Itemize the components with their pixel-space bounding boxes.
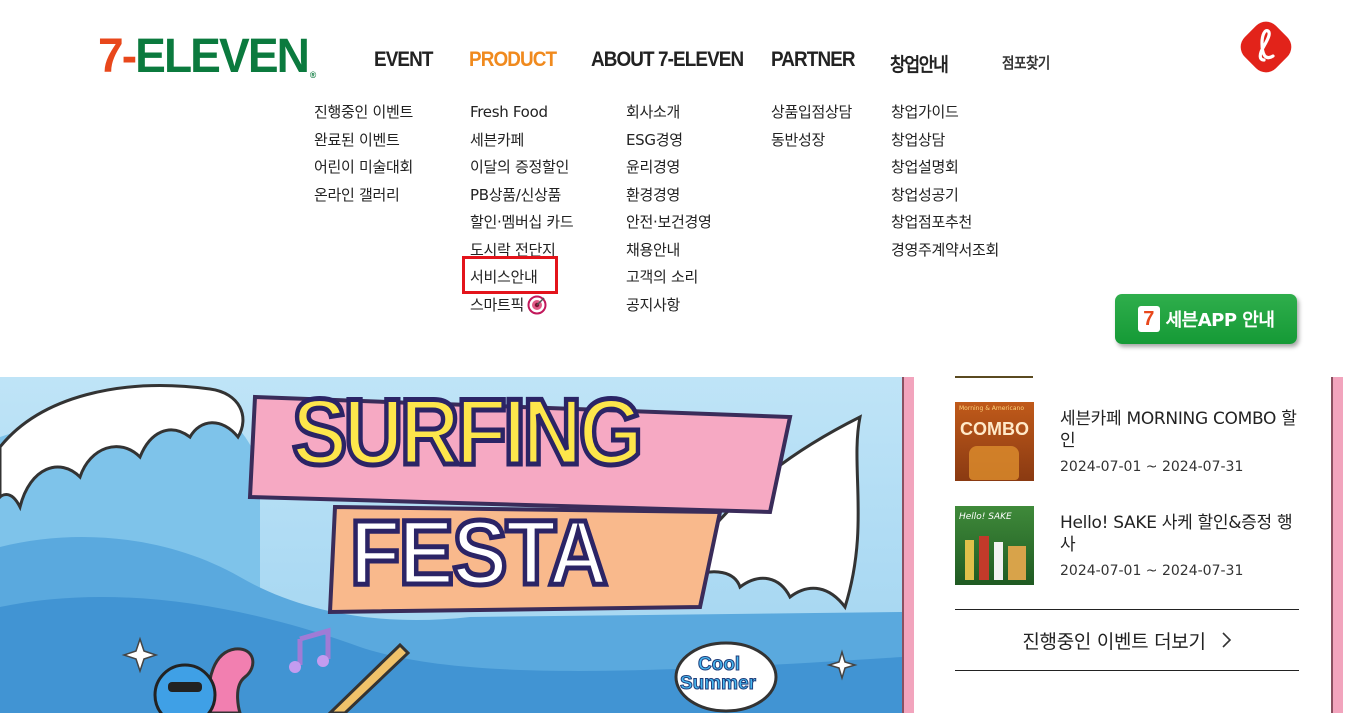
event-thumbnail[interactable]: Hello! SAKE — [955, 506, 1034, 585]
submenu-item[interactable]: 어린이 미술대회 — [314, 154, 413, 182]
highlight-box — [462, 256, 558, 294]
submenu-item[interactable]: 윤리경영 — [626, 154, 711, 182]
submenu-item[interactable]: 온라인 갤러리 — [314, 182, 413, 210]
chevron-right-icon — [1222, 632, 1231, 648]
submenu-event: 진행중인 이벤트 완료된 이벤트 어린이 미술대회 온라인 갤러리 — [314, 99, 413, 209]
seven-app-icon: 7 — [1137, 306, 1160, 332]
event-list-divider — [955, 376, 1033, 378]
submenu-item[interactable]: 세븐카페 — [470, 127, 573, 155]
thumb-combo-text: COMBO — [960, 419, 1029, 439]
more-events-link[interactable]: 진행중인 이벤트 더보기 — [955, 610, 1299, 670]
app-guide-label: 세븐APP 안내 — [1165, 310, 1275, 331]
gnb-partner[interactable]: PARTNER — [771, 48, 856, 72]
submenu-item[interactable]: 이달의 증정할인 — [470, 154, 573, 182]
submenu-item[interactable]: ESG경영 — [626, 127, 711, 155]
event-date: 2024-07-01 ~ 2024-07-31 — [1060, 563, 1244, 579]
submenu-item[interactable]: 창업점포추천 — [891, 209, 999, 237]
submenu-item[interactable]: 창업설명회 — [891, 154, 999, 182]
seven-eleven-logo[interactable]: 7- ELEVEN ® — [98, 30, 317, 83]
submenu-item[interactable]: 회사소개 — [626, 99, 711, 127]
submenu-item[interactable]: 채용안내 — [626, 237, 711, 265]
gnb-store-finder[interactable]: 점포찾기 — [1002, 52, 1050, 73]
thumb-drink-shape — [969, 446, 1019, 480]
submenu-item[interactable]: 창업성공기 — [891, 182, 999, 210]
submenu-item-label: 스마트픽 — [470, 295, 525, 314]
submenu-item-smartpick[interactable]: 스마트픽 — [470, 292, 573, 320]
submenu-item[interactable]: 경영주계약서조회 — [891, 237, 999, 265]
more-events-label: 진행중인 이벤트 더보기 — [1022, 630, 1206, 653]
submenu-item[interactable]: 상품입점상담 — [771, 99, 852, 127]
event-date: 2024-07-01 ~ 2024-07-31 — [1060, 459, 1244, 475]
submenu-item[interactable]: 고객의 소리 — [626, 264, 711, 292]
submenu-item[interactable]: 할인·멤버십 카드 — [470, 209, 574, 237]
submenu-item[interactable]: 완료된 이벤트 — [314, 127, 413, 155]
submenu-item[interactable]: 동반성장 — [771, 127, 852, 155]
thumb-top-text: Morning & Americano — [959, 405, 1025, 412]
banner-title-surfing: SURFING — [290, 379, 646, 484]
logo-seven: 7 — [98, 30, 124, 83]
submenu-item[interactable]: 공지사항 — [626, 292, 711, 320]
thumb-bottle — [965, 540, 974, 580]
event-banner[interactable]: SURFING FESTA Cool Summer — [0, 377, 902, 713]
event-title[interactable]: Hello! SAKE 사케 할인&증정 행사 — [1060, 512, 1300, 556]
more-divider-bottom — [955, 670, 1299, 671]
event-thumbnail[interactable]: Morning & Americano COMBO — [955, 402, 1034, 481]
submenu-item[interactable]: Fresh Food — [470, 99, 573, 127]
side-frame-border — [1331, 377, 1343, 713]
submenu-item[interactable]: 창업상담 — [891, 127, 999, 155]
lotte-icon[interactable] — [1235, 16, 1297, 78]
submenu-item[interactable]: 창업가이드 — [891, 99, 999, 127]
gnb-about[interactable]: ABOUT 7-ELEVEN — [591, 48, 744, 72]
thumb-bottle — [979, 536, 989, 580]
submenu-item[interactable]: 진행중인 이벤트 — [314, 99, 413, 127]
logo-word: ELEVEN — [135, 30, 310, 83]
app-guide-button[interactable]: 7 세븐APP 안내 — [1115, 294, 1297, 344]
thumb-bottle — [994, 542, 1003, 580]
submenu-item[interactable]: 환경경영 — [626, 182, 711, 210]
event-title[interactable]: 세븐카페 MORNING COMBO 할인 — [1060, 408, 1300, 452]
submenu-item[interactable]: 안전·보건경영 — [626, 209, 712, 237]
logo-dash: - — [121, 30, 137, 83]
logo-registered: ® — [309, 70, 317, 80]
target-icon — [527, 295, 547, 315]
submenu-about: 회사소개 ESG경영 윤리경영 환경경영 안전·보건경영 채용안내 고객의 소리… — [626, 99, 712, 320]
submenu-item[interactable]: PB상품/신상품 — [470, 182, 573, 210]
submenu-startup: 창업가이드 창업상담 창업설명회 창업성공기 창업점포추천 경영주계약서조회 — [891, 99, 999, 264]
thumb-sake-text: Hello! SAKE — [959, 512, 1012, 522]
banner-frame-border — [902, 377, 914, 713]
page: 7- ELEVEN ® EVENT PRODUCT ABOUT 7-ELEVEN P… — [0, 0, 1351, 713]
gnb-product[interactable]: PRODUCT — [469, 48, 557, 72]
gnb-startup[interactable]: 창업안내 — [890, 50, 949, 77]
thumb-box — [1008, 546, 1026, 580]
banner-title-festa: FESTA — [348, 502, 611, 604]
banner-badge-summer: Summer — [679, 673, 757, 695]
gnb-event[interactable]: EVENT — [374, 48, 433, 72]
submenu-partner: 상품입점상담 동반성장 — [771, 99, 852, 154]
